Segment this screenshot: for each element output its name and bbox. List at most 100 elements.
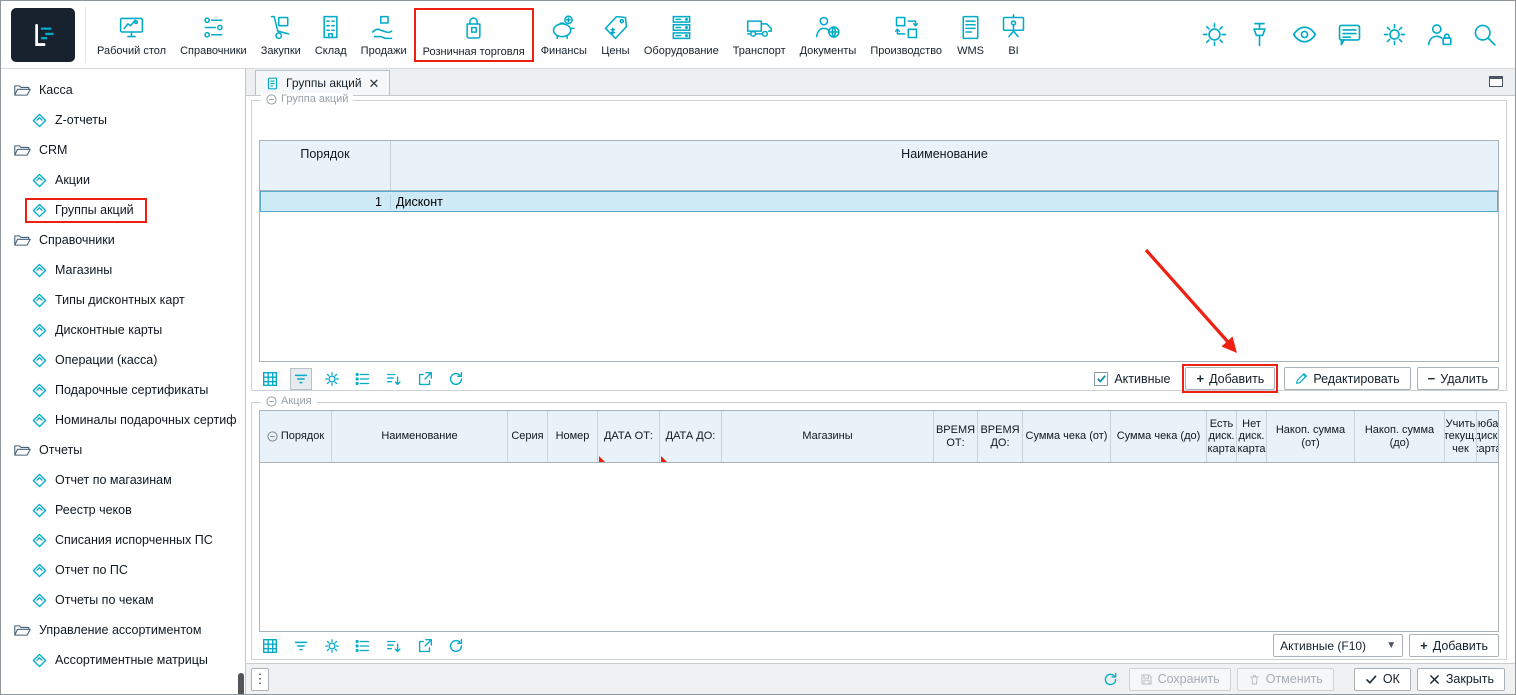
minus-icon: − — [1428, 372, 1436, 385]
column-header-order[interactable]: Порядок — [260, 141, 391, 190]
tree-folder-reports[interactable]: Отчеты — [1, 435, 245, 465]
delete-group-button[interactable]: − Удалить — [1417, 367, 1499, 390]
more-options-icon[interactable]: ⋮ — [251, 668, 269, 691]
annotation-box: Группы акций — [25, 198, 147, 223]
filter-icon[interactable] — [290, 635, 312, 657]
search-icon[interactable] — [1470, 20, 1499, 49]
column-header[interactable]: Сумма чека (до) — [1111, 411, 1207, 462]
cancel-button[interactable]: Отменить — [1237, 668, 1334, 691]
grid-view-icon[interactable] — [259, 368, 281, 390]
column-header[interactable]: Накоп. сумма (до) — [1355, 411, 1445, 462]
tree-item-discount-cards[interactable]: Дисконтные карты — [1, 315, 245, 345]
refresh-icon[interactable] — [1098, 668, 1123, 691]
column-header[interactable]: Нет диск. карта — [1237, 411, 1267, 462]
tree-folder-crm[interactable]: CRM — [1, 135, 245, 165]
table-settings-gear-icon[interactable] — [321, 368, 343, 390]
save-button[interactable]: Сохранить — [1129, 668, 1231, 691]
feedback-icon[interactable] — [1335, 20, 1364, 49]
refresh-icon[interactable] — [445, 368, 467, 390]
tree-item-cash-operations[interactable]: Операции (касса) — [1, 345, 245, 375]
tree-item-z-reports[interactable]: Z-отчеты — [1, 105, 245, 135]
tree-folder-assortment[interactable]: Управление ассортиментом — [1, 615, 245, 645]
edit-group-button[interactable]: Редактировать — [1284, 367, 1410, 390]
refresh-icon[interactable] — [445, 635, 467, 657]
module-equipment[interactable]: Оборудование — [637, 13, 726, 57]
table-row[interactable]: 1 Дисконт — [260, 191, 1498, 212]
tree-item-ps-report[interactable]: Отчет по ПС — [1, 555, 245, 585]
column-header[interactable]: Накоп. сумма (от) — [1267, 411, 1355, 462]
module-bi[interactable]: BI — [992, 13, 1035, 57]
tree-folder-kassa[interactable]: Касса — [1, 75, 245, 105]
module-retail[interactable]: Розничная торговля — [414, 8, 534, 62]
tree-item-spoiled-writeoffs[interactable]: Списания испорченных ПС — [1, 525, 245, 555]
table-header: Порядок Наименование Серия Номер ДАТА ОТ… — [260, 411, 1498, 463]
column-header[interactable]: Наименование — [332, 411, 508, 462]
close-button[interactable]: Закрыть — [1417, 668, 1505, 691]
module-directories[interactable]: Справочники — [173, 13, 254, 57]
column-header-name[interactable]: Наименование — [391, 141, 1498, 190]
column-header[interactable]: Серия — [508, 411, 548, 462]
module-finance[interactable]: Финансы — [534, 13, 594, 57]
active-filter-dropdown[interactable]: Активные (F10) ▼ — [1273, 634, 1403, 657]
module-warehouse[interactable]: Склад — [308, 13, 354, 57]
pin-icon[interactable] — [1245, 20, 1274, 49]
module-production[interactable]: Производство — [863, 13, 949, 57]
add-action-button[interactable]: + Добавить — [1409, 634, 1499, 657]
tree-item-gift-certificates[interactable]: Подарочные сертификаты — [1, 375, 245, 405]
tree-folder-directories[interactable]: Справочники — [1, 225, 245, 255]
export-icon[interactable] — [414, 635, 436, 657]
filter-icon[interactable] — [290, 368, 312, 390]
tree-item-discount-card-types[interactable]: Типы дисконтных карт — [1, 285, 245, 315]
tree-item-receipt-registry[interactable]: Реестр чеков — [1, 495, 245, 525]
eye-icon[interactable] — [1290, 20, 1319, 49]
user-lock-icon[interactable] — [1425, 20, 1454, 49]
tree-item-actions[interactable]: Акции — [1, 165, 245, 195]
column-header[interactable]: Сумма чека (от) — [1023, 411, 1111, 462]
column-header[interactable]: Номер — [548, 411, 598, 462]
column-header[interactable]: Порядок — [260, 411, 332, 462]
column-header[interactable]: ДАТА ОТ: — [598, 411, 660, 462]
tree-item-action-groups[interactable]: Группы акций — [1, 195, 245, 225]
collapse-icon[interactable] — [266, 396, 277, 407]
add-group-button[interactable]: + Добавить — [1185, 367, 1275, 390]
module-prices[interactable]: Цены — [594, 13, 637, 57]
module-purchases[interactable]: Закупки — [254, 13, 308, 57]
active-checkbox[interactable]: Активные — [1094, 372, 1170, 386]
column-header[interactable]: Любая диск. карта — [1477, 411, 1498, 462]
item-icon — [32, 113, 47, 128]
module-transport[interactable]: Транспорт — [726, 13, 793, 57]
column-header[interactable]: Учить текущ. чек — [1445, 411, 1477, 462]
module-wms[interactable]: WMS — [949, 13, 992, 57]
table-settings-gear-icon[interactable] — [321, 635, 343, 657]
list-view-icon[interactable] — [352, 368, 374, 390]
brightness-icon[interactable] — [1200, 20, 1229, 49]
module-desktop[interactable]: Рабочий стол — [90, 13, 173, 57]
module-documents[interactable]: Документы — [793, 13, 864, 57]
truck-icon — [745, 13, 774, 42]
sort-icon[interactable] — [383, 635, 405, 657]
grid-view-icon[interactable] — [259, 635, 281, 657]
sort-icon[interactable] — [383, 368, 405, 390]
column-header[interactable]: Магазины — [722, 411, 934, 462]
list-view-icon[interactable] — [352, 635, 374, 657]
tree-item-gift-certificate-nominals[interactable]: Номиналы подарочных сертиф — [1, 405, 245, 435]
tree-item-store-report[interactable]: Отчет по магазинам — [1, 465, 245, 495]
tree-item-stores[interactable]: Магазины — [1, 255, 245, 285]
column-header[interactable]: ДАТА ДО: — [660, 411, 722, 462]
column-header[interactable]: ВРЕМЯ ОТ: — [934, 411, 978, 462]
ok-button[interactable]: ОК — [1354, 668, 1411, 691]
module-sales[interactable]: Продажи — [354, 13, 414, 57]
tab-close-icon[interactable]: ✕ — [369, 77, 380, 90]
maximize-icon[interactable] — [1489, 76, 1503, 87]
tree-item-receipt-reports[interactable]: Отчеты по чекам — [1, 585, 245, 615]
tab-action-groups[interactable]: Группы акций ✕ — [255, 70, 390, 95]
sidebar-scrollbar-thumb[interactable] — [238, 673, 244, 694]
actions-toolbar: Активные (F10) ▼ + Добавить — [259, 633, 1499, 658]
collapse-icon[interactable] — [266, 94, 277, 105]
column-header[interactable]: ВРЕМЯ ДО: — [978, 411, 1023, 462]
settings-gear-icon[interactable] — [1380, 20, 1409, 49]
module-label: Розничная торговля — [423, 46, 525, 58]
column-header[interactable]: Есть диск. карта — [1207, 411, 1237, 462]
tree-item-assortment-matrices[interactable]: Ассортиментные матрицы — [1, 645, 245, 675]
export-icon[interactable] — [414, 368, 436, 390]
